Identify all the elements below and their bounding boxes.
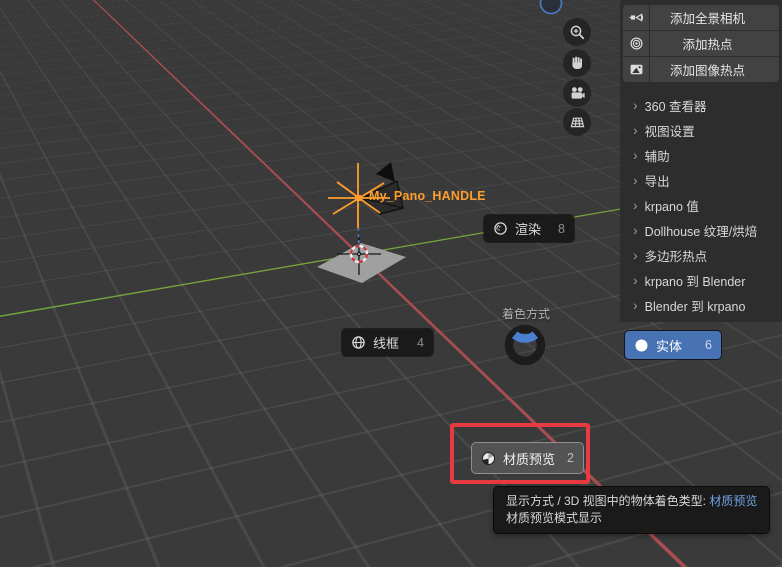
add-panorama-camera-button[interactable]: 添加全景相机	[623, 5, 779, 30]
solid-sphere-icon	[634, 338, 649, 353]
pie-menu-title: 着色方式	[466, 305, 586, 322]
annotation-highlight-rectangle	[450, 423, 590, 484]
tooltip-value-highlight: 材质预览	[709, 494, 757, 508]
pan-hand-icon	[569, 55, 585, 71]
add-hotspot-button[interactable]: 添加热点	[623, 31, 779, 56]
pie-item-shortcut: 8	[558, 222, 565, 236]
camera-object[interactable]	[362, 162, 403, 214]
pie-item-wireframe[interactable]: 线框 4	[342, 329, 433, 356]
section-label: Dollhouse 纹理/烘焙	[645, 221, 758, 240]
chevron-right-icon: ›	[633, 173, 638, 187]
chevron-right-icon: ›	[633, 148, 638, 162]
section-polygon-hotspot[interactable]: › 多边形热点	[620, 243, 782, 268]
section-auxiliary[interactable]: › 辅助	[620, 143, 782, 168]
pie-item-label: 线框	[373, 333, 399, 352]
pie-item-render[interactable]: 渲染 8	[484, 215, 574, 242]
pie-item-label: 实体	[656, 336, 682, 355]
section-label: 辅助	[645, 146, 670, 165]
section-360-viewer[interactable]: › 360 查看器	[620, 93, 782, 118]
chevron-right-icon: ›	[633, 248, 638, 262]
object-name-label: My_Pano_HANDLE	[369, 189, 486, 203]
navigation-gizmo-sphere[interactable]	[541, 0, 562, 14]
section-krpano-values[interactable]: › krpano 值	[620, 193, 782, 218]
pie-center-indicator	[501, 322, 549, 370]
chevron-right-icon: ›	[633, 98, 638, 112]
section-label: 视图设置	[645, 121, 695, 140]
pie-item-solid[interactable]: 实体 6	[625, 331, 721, 359]
blender-3d-viewport: My_Pano_HANDLE 添加全景相机 添加热点 添加图像热点 › 360 …	[0, 0, 782, 567]
tooltip: 显示方式 / 3D 视图中的物体着色类型: 材质预览 材质预览模式显示	[493, 486, 770, 534]
action-button-label: 添加热点	[650, 31, 779, 56]
chevron-right-icon: ›	[633, 198, 638, 212]
section-dollhouse-bake[interactable]: › Dollhouse 纹理/烘焙	[620, 218, 782, 243]
chevron-right-icon: ›	[633, 298, 638, 312]
pie-item-label: 渲染	[515, 219, 541, 238]
sidebar-sections: › 360 查看器 › 视图设置 › 辅助 › 导出 › krpano 值 › …	[620, 93, 782, 318]
tooltip-line1: 显示方式 / 3D 视图中的物体着色类型: 材质预览	[506, 493, 757, 510]
camera-view-button[interactable]	[563, 79, 591, 107]
section-label: krpano 到 Blender	[645, 271, 746, 290]
chevron-right-icon: ›	[633, 273, 638, 287]
zoom-button[interactable]	[563, 18, 591, 46]
chevron-right-icon: ›	[633, 123, 638, 137]
rendered-sphere-icon	[493, 221, 508, 236]
section-label: 多边形热点	[645, 246, 708, 265]
action-button-label: 添加全景相机	[650, 5, 779, 30]
section-blender-to-krpano[interactable]: › Blender 到 krpano	[620, 293, 782, 318]
wireframe-sphere-icon	[351, 335, 366, 350]
orthographic-toggle-button[interactable]	[563, 108, 591, 136]
section-krpano-to-blender[interactable]: › krpano 到 Blender	[620, 268, 782, 293]
sidebar-action-group: 添加全景相机 添加热点 添加图像热点	[620, 0, 782, 82]
section-view-settings[interactable]: › 视图设置	[620, 118, 782, 143]
tooltip-line2: 材质预览模式显示	[506, 510, 757, 527]
pan-button[interactable]	[563, 49, 591, 77]
pie-item-shortcut: 4	[417, 336, 424, 350]
chevron-right-icon: ›	[633, 223, 638, 237]
zoom-in-magnifier-icon	[569, 24, 586, 41]
plane-object[interactable]	[317, 243, 406, 283]
image-hotspot-icon	[623, 57, 650, 82]
hotspot-rings-icon	[623, 31, 650, 56]
panorama-camera-icon	[623, 5, 650, 30]
add-image-hotspot-button[interactable]: 添加图像热点	[623, 57, 779, 82]
section-label: 导出	[645, 171, 670, 190]
section-label: krpano 值	[645, 196, 699, 215]
camera-view-icon	[569, 85, 586, 102]
section-export[interactable]: › 导出	[620, 168, 782, 193]
action-button-label: 添加图像热点	[650, 57, 779, 82]
pie-item-shortcut: 6	[705, 338, 712, 352]
section-label: Blender 到 krpano	[645, 296, 746, 315]
sidebar-panel: 添加全景相机 添加热点 添加图像热点 › 360 查看器 › 视图设置 › 辅助…	[620, 0, 782, 322]
pie-highlight-arc	[515, 335, 536, 339]
section-label: 360 查看器	[645, 96, 707, 115]
orthographic-grid-icon	[569, 114, 586, 131]
